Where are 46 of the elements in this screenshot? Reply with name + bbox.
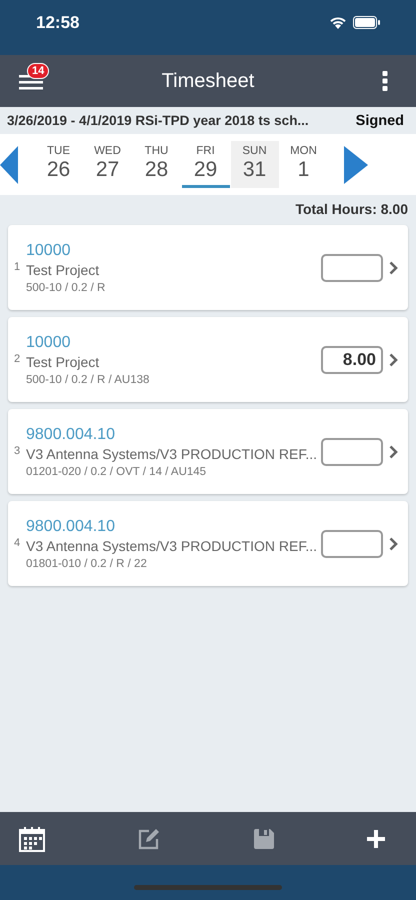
chevron-icon xyxy=(389,536,398,550)
entry-card[interactable]: 2 10000 Test Project 500-10 / 0.2 / R / AU138 8.00 xyxy=(8,317,408,402)
project-code: 10000 xyxy=(26,242,72,260)
project-name: V3 Antenna Systems/V3 PRODUCTION REF... xyxy=(26,446,317,462)
project-code: 9800.004.10 xyxy=(26,426,116,444)
day-tab[interactable]: TUE 26 xyxy=(34,141,82,188)
wifi-icon xyxy=(329,16,347,29)
add-icon[interactable] xyxy=(366,830,385,848)
day-tab[interactable]: SUN 31 xyxy=(230,141,278,188)
chevron-icon xyxy=(389,352,398,366)
next-arrow-icon[interactable] xyxy=(344,146,368,184)
entry-card[interactable]: 4 9800.004.10 V3 Antenna Systems/V3 PRODUCTION REF... 01801-010 / 0.2 / R / 22 xyxy=(8,501,408,586)
row-number: 2 xyxy=(14,353,22,365)
day-tab[interactable]: THU 28 xyxy=(132,141,180,188)
task-detail: 01201-020 / 0.2 / OVT / 14 / AU145 xyxy=(26,466,208,478)
hours-field[interactable] xyxy=(321,438,383,466)
project-code: 9800.004.10 xyxy=(26,518,116,536)
hours-field[interactable]: 8.00 xyxy=(321,346,383,374)
task-detail: 01801-010 / 0.2 / R / 22 xyxy=(26,558,148,570)
chevron-icon xyxy=(389,260,398,274)
previous-arrow-icon[interactable] xyxy=(0,146,18,184)
task-detail: 500-10 / 0.2 / R xyxy=(26,282,106,294)
total-hours: Total Hours: 8.00 xyxy=(295,201,408,217)
entry-card[interactable]: 1 10000 Test Project 500-10 / 0.2 / R xyxy=(8,225,408,310)
notification-badge: 14 xyxy=(27,63,50,79)
status-time: 12:58 xyxy=(36,12,80,32)
project-name: Test Project xyxy=(26,354,100,370)
project-name: V3 Antenna Systems/V3 PRODUCTION REF... xyxy=(26,538,317,554)
day-tab[interactable]: MON 1 xyxy=(280,141,328,188)
row-number: 4 xyxy=(14,537,22,549)
chevron-icon xyxy=(389,444,398,458)
battery-icon xyxy=(353,16,380,29)
period-label: 3/26/2019 - 4/1/2019 RSi-TPD year 2018 ts sch... xyxy=(7,113,309,128)
screen-title: Timesheet xyxy=(162,70,254,92)
project-name: Test Project xyxy=(26,262,100,278)
entry-card[interactable]: 3 9800.004.10 V3 Antenna Systems/V3 PRODUCTION REF... 01201-020 / 0.2 / OVT / 14 / AU145 xyxy=(8,409,408,494)
project-code: 10000 xyxy=(26,334,72,352)
status-label: Signed xyxy=(356,112,404,128)
row-number: 1 xyxy=(14,261,22,273)
more-icon[interactable] xyxy=(382,71,388,91)
calendar-icon[interactable] xyxy=(19,826,45,852)
hours-field[interactable] xyxy=(321,254,383,282)
day-tab[interactable]: WED 27 xyxy=(84,141,132,188)
task-detail: 500-10 / 0.2 / R / AU138 xyxy=(26,374,150,386)
hours-field[interactable] xyxy=(321,530,383,558)
row-number: 3 xyxy=(14,445,22,457)
